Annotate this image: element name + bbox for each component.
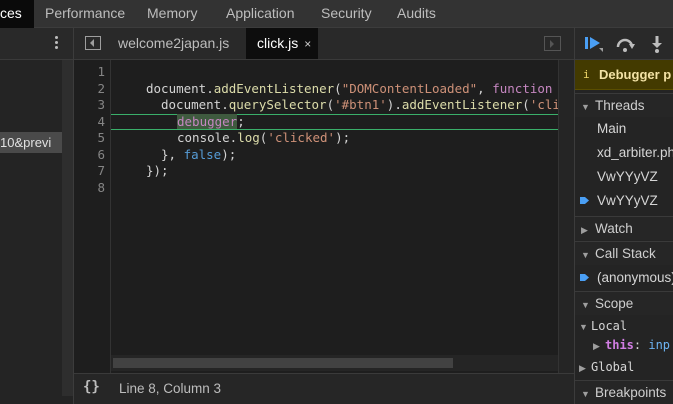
tab-label: Application [226, 5, 295, 21]
scope-property-this[interactable]: ▶ this: inp [575, 335, 673, 355]
section-title: Threads [595, 98, 645, 113]
collapsed-triangle-icon: ▶ [579, 363, 586, 373]
navigator-file-item[interactable]: 10&previ [0, 132, 62, 153]
cursor-position: Line 8, Column 3 [119, 381, 222, 396]
tab-performance[interactable]: Performance [45, 0, 125, 28]
sources-navigator: 10&previ [0, 28, 74, 404]
panel-tab-bar: ces Performance Memory Application Secur… [0, 0, 673, 28]
file-tab-label: click.js [257, 35, 299, 51]
section-title: Call Stack [595, 246, 656, 261]
more-options-icon[interactable] [50, 34, 62, 54]
file-tab-click[interactable]: click.js × [246, 28, 319, 59]
call-stack-section-header[interactable]: ▼ Call Stack [575, 241, 673, 265]
paused-message: Debugger p [599, 67, 672, 82]
call-frame-name: (anonymous) [597, 270, 673, 285]
code-editor-panel: welcome2japan.js click.js × 1 2 3 4 5 6 7… [74, 28, 574, 404]
code-line-3: document.querySelector('#btn1').addEvent… [161, 97, 560, 112]
code-line-6: }, false); [161, 146, 237, 162]
current-thread-arrow-icon [580, 197, 589, 204]
property-separator: : [633, 338, 649, 352]
thread-item[interactable]: Main [575, 117, 673, 141]
line-number-gutter: 1 2 3 4 5 6 7 8 [74, 60, 111, 373]
property-key: this [605, 338, 634, 352]
scrollbar-thumb[interactable] [113, 358, 453, 368]
tab-label: Performance [45, 5, 126, 21]
tab-label: Security [321, 5, 372, 21]
tab-label: Audits [397, 5, 436, 21]
property-value: inp [648, 338, 671, 352]
line-number[interactable]: 6 [75, 147, 105, 164]
navigator-scrollbar[interactable] [62, 60, 73, 396]
line-number[interactable]: 5 [75, 130, 105, 147]
editor-vertical-scrollbar[interactable] [558, 60, 574, 373]
section-title: Breakpoints [595, 385, 667, 400]
thread-name: VwYYyVZ [597, 193, 658, 208]
expanded-triangle-icon: ▼ [579, 322, 588, 332]
code-line-2: document.addEventListener("DOMContentLoa… [146, 80, 553, 96]
expanded-triangle-icon: ▼ [581, 102, 590, 112]
pretty-print-button[interactable]: {} [83, 379, 100, 395]
tab-memory[interactable]: Memory [147, 0, 198, 28]
line-number[interactable]: 7 [75, 163, 105, 180]
collapsed-triangle-icon: ▶ [581, 225, 588, 235]
line-number[interactable]: 8 [75, 180, 105, 197]
file-tab-label: welcome2japan.js [118, 35, 230, 51]
file-tab-welcome2japan[interactable]: welcome2japan.js [110, 28, 237, 59]
resume-icon[interactable] [584, 35, 606, 53]
editor-tab-bar: welcome2japan.js click.js × [74, 28, 574, 60]
close-tab-icon[interactable]: × [304, 37, 311, 51]
line-number[interactable]: 4 [75, 114, 105, 131]
call-frame-item[interactable]: (anonymous) [575, 266, 673, 290]
tab-label: ces [0, 5, 22, 21]
expanded-triangle-icon: ▼ [581, 300, 590, 310]
code-line-7: }); [146, 163, 169, 178]
scope-name: Local [591, 319, 628, 333]
step-over-icon[interactable] [615, 35, 637, 53]
current-frame-arrow-icon [580, 274, 589, 281]
editor-status-bar: {} Line 8, Column 3 [74, 373, 574, 404]
scope-section-header[interactable]: ▼ Scope [575, 291, 673, 315]
info-icon: i [583, 68, 590, 81]
section-title: Scope [595, 296, 634, 311]
debugger-sidebar: i Debugger p ▼ Threads Main xd_arbiter.ph… [574, 28, 673, 404]
section-title: Watch [595, 221, 633, 236]
line-number[interactable]: 1 [75, 64, 105, 81]
toggle-navigator-icon[interactable] [85, 36, 101, 50]
thread-item-current[interactable]: VwYYyVZ [575, 189, 673, 213]
code-area[interactable]: 1 2 3 4 5 6 7 8 document.addEventListene… [74, 60, 574, 373]
tab-label: Memory [147, 5, 198, 21]
code-line-4: debugger; [177, 113, 245, 129]
thread-item[interactable]: xd_arbiter.ph [575, 141, 673, 165]
expanded-triangle-icon: ▼ [581, 250, 590, 260]
tab-application[interactable]: Application [226, 0, 295, 28]
scope-name: Global [591, 360, 635, 374]
step-into-icon[interactable] [649, 35, 665, 53]
scope-global[interactable]: ▶ Global [575, 357, 673, 377]
editor-horizontal-scrollbar[interactable] [111, 355, 558, 371]
expanded-triangle-icon: ▼ [581, 389, 590, 399]
tab-audits[interactable]: Audits [397, 0, 436, 28]
scope-local[interactable]: ▼ Local [575, 316, 673, 336]
breakpoints-section-header[interactable]: ▼ Breakpoints [575, 380, 673, 404]
tab-security[interactable]: Security [321, 0, 372, 28]
thread-item[interactable]: VwYYyVZ [575, 165, 673, 189]
toggle-debugger-icon[interactable] [544, 36, 561, 51]
line-number[interactable]: 3 [75, 97, 105, 114]
tab-sources[interactable]: ces [0, 0, 34, 28]
collapsed-triangle-icon: ▶ [593, 341, 600, 351]
line-number[interactable]: 2 [75, 81, 105, 98]
watch-section-header[interactable]: ▶ Watch [575, 216, 673, 240]
navigator-header [0, 28, 73, 60]
paused-banner: i Debugger p [575, 60, 673, 90]
code-line-5: console.log('clicked'); [177, 130, 351, 145]
thread-name: Main [597, 121, 627, 136]
threads-section-header[interactable]: ▼ Threads [575, 93, 673, 117]
thread-name: VwYYyVZ [597, 169, 658, 184]
thread-name: xd_arbiter.ph [597, 145, 673, 160]
debugger-toolbar [575, 28, 673, 60]
